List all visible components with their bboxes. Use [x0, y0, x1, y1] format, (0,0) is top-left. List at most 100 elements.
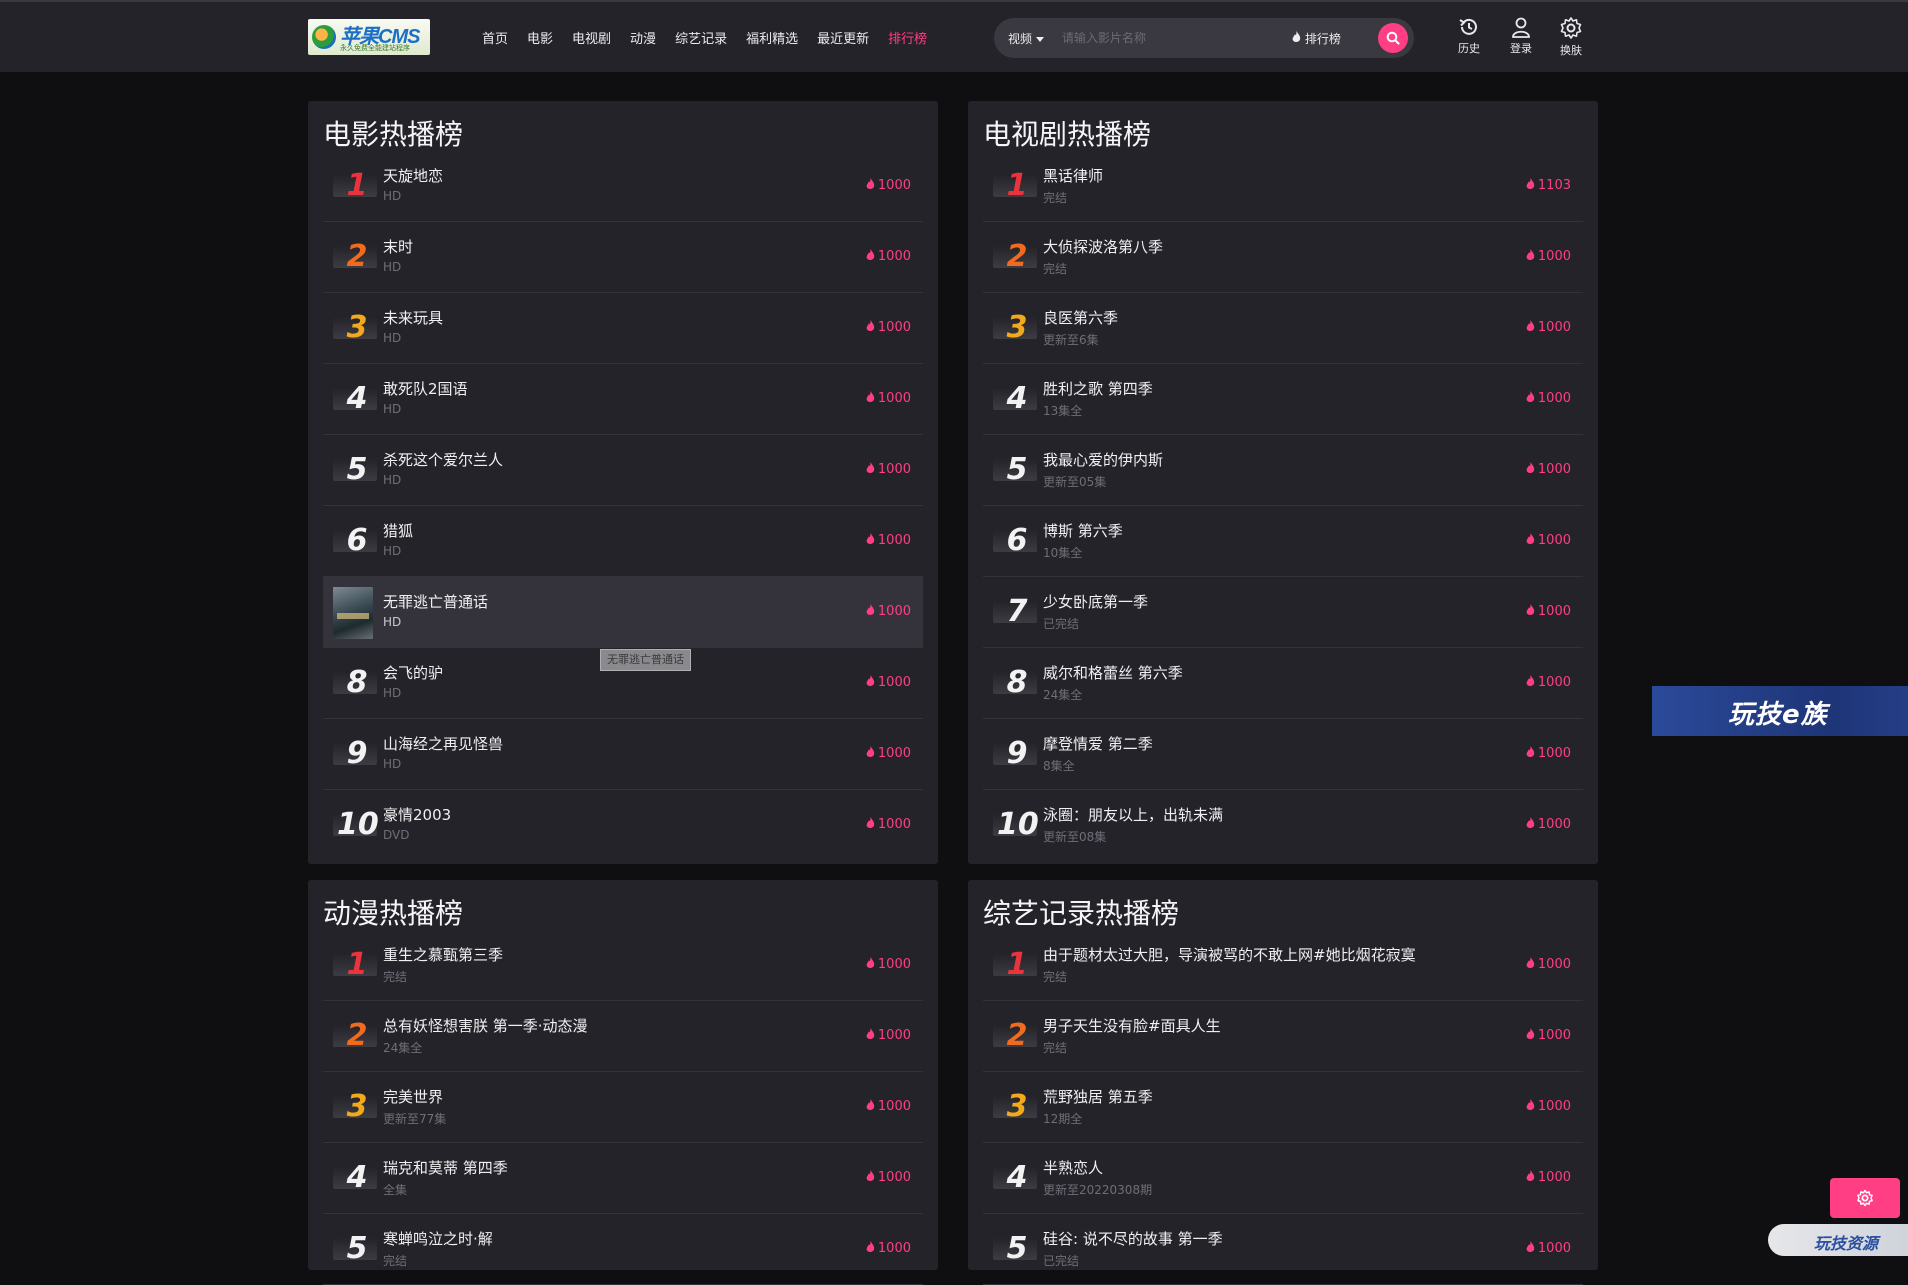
- nav-anime[interactable]: 动漫: [630, 28, 656, 47]
- item-title[interactable]: 寒蝉鸣泣之时·解: [383, 1228, 493, 1249]
- rank-number: 2: [1006, 1018, 1028, 1053]
- item-title[interactable]: 胜利之歌 第四季: [1043, 378, 1153, 399]
- heat-value: 1000: [877, 675, 911, 690]
- item-title[interactable]: 天旋地恋: [383, 165, 443, 186]
- item-title[interactable]: 山海经之再见怪兽: [383, 733, 503, 754]
- item-title[interactable]: 半熟恋人: [1043, 1157, 1103, 1178]
- ranking-item[interactable]: 10 泳圈：朋友以上，出轨未满 更新至08集 1000: [983, 790, 1583, 860]
- item-title[interactable]: 重生之慕甄第三季: [383, 944, 503, 965]
- item-title[interactable]: 无罪逃亡普通话: [383, 591, 488, 612]
- ranking-item[interactable]: 1 天旋地恋 HD 1000: [323, 151, 923, 222]
- item-status: 完结: [383, 970, 408, 984]
- item-title[interactable]: 摩登情爱 第二季: [1043, 733, 1153, 754]
- item-title[interactable]: 硅谷: 说不尽的故事 第一季: [1043, 1228, 1223, 1249]
- heat-value: 1000: [877, 957, 911, 972]
- item-title[interactable]: 威尔和格蕾丝 第六季: [1043, 662, 1183, 683]
- item-title[interactable]: 少女卧底第一季: [1043, 591, 1148, 612]
- item-title[interactable]: 荒野独居 第五季: [1043, 1086, 1153, 1107]
- search-scope-select[interactable]: 视频: [1008, 30, 1045, 47]
- item-title[interactable]: 良医第六季: [1043, 307, 1118, 328]
- ranking-item[interactable]: 5 我最心爱的伊内斯 更新至05集 1000: [983, 435, 1583, 506]
- heat-value: 1000: [1537, 957, 1571, 972]
- settings-float-button[interactable]: [1830, 1178, 1900, 1218]
- search-rank-link[interactable]: 排行榜: [1292, 30, 1341, 47]
- ranking-item[interactable]: 9 摩登情爱 第二季 8集全 1000: [983, 719, 1583, 790]
- item-title[interactable]: 会飞的驴: [383, 662, 443, 683]
- item-status: 24集全: [383, 1041, 423, 1055]
- item-title[interactable]: 未来玩具: [383, 307, 443, 328]
- ranking-item[interactable]: 1 黑话律师 完结 1103: [983, 151, 1583, 222]
- ranking-item[interactable]: 5 寒蝉鸣泣之时·解 完结 1000: [323, 1214, 923, 1285]
- ranking-item[interactable]: 4 半熟恋人 更新至20220308期 1000: [983, 1143, 1583, 1214]
- rank-number: 8: [346, 665, 368, 700]
- rank-number: 3: [1006, 310, 1028, 345]
- ranking-item[interactable]: 8 威尔和格蕾丝 第六季 24集全 1000: [983, 648, 1583, 719]
- ranking-item[interactable]: 5 硅谷: 说不尽的故事 第一季 已完结 1000: [983, 1214, 1583, 1285]
- flame-icon: [1526, 249, 1535, 261]
- item-title[interactable]: 猎狐: [383, 520, 413, 541]
- rank-number: 1: [346, 947, 368, 982]
- item-title[interactable]: 黑话律师: [1043, 165, 1103, 186]
- nav-movie[interactable]: 电影: [527, 28, 553, 47]
- site-logo[interactable]: 苹果CMS 永久免费全能建站程序: [308, 19, 430, 55]
- ranking-item[interactable]: 1 重生之慕甄第三季完结 1000: [323, 930, 923, 1001]
- heat-value: 1000: [1537, 746, 1571, 761]
- ranking-item[interactable]: 3 荒野独居 第五季 12期全 1000: [983, 1072, 1583, 1143]
- ranking-item[interactable]: 4 瑞克和莫蒂 第四季 全集 1000: [323, 1143, 923, 1214]
- heat-value: 1000: [877, 533, 911, 548]
- ranking-item[interactable]: 2 男子天生没有脸#面具人生 完结 1000: [983, 1001, 1583, 1072]
- heat-count: 1000: [866, 1028, 911, 1043]
- ranking-item[interactable]: 3 未来玩具 HD 1000: [323, 293, 923, 364]
- item-title[interactable]: 总有妖怪想害朕 第一季·动态漫: [383, 1015, 588, 1036]
- ranking-item[interactable]: 2 末时 HD 1000: [323, 222, 923, 293]
- item-status: 已完结: [1043, 617, 1080, 631]
- ranking-item[interactable]: 4 胜利之歌 第四季 13集全 1000: [983, 364, 1583, 435]
- flame-icon: [1526, 675, 1535, 687]
- item-title[interactable]: 瑞克和莫蒂 第四季: [383, 1157, 508, 1178]
- item-title[interactable]: 敢死队2国语: [383, 378, 468, 399]
- nav-welfare[interactable]: 福利精选: [746, 28, 798, 47]
- ranking-item[interactable]: 9 山海经之再见怪兽 HD 1000: [323, 719, 923, 790]
- caret-down-icon: [1036, 37, 1045, 42]
- login-button[interactable]: 登录: [1501, 16, 1541, 56]
- ranking-item[interactable]: 无罪逃亡普通话 HD 1000: [323, 577, 923, 648]
- floating-resource-link[interactable]: 玩技资源: [1768, 1224, 1908, 1256]
- item-title[interactable]: 由于题材太过大胆，导演被骂的不敢上网#她比烟花寂寞: [1043, 944, 1416, 965]
- item-title[interactable]: 杀死这个爱尔兰人: [383, 449, 503, 470]
- ranking-item[interactable]: 3 良医第六季 更新至6集 1000: [983, 293, 1583, 364]
- nav-home[interactable]: 首页: [482, 28, 508, 47]
- search-input[interactable]: [1060, 27, 1264, 49]
- item-title[interactable]: 豪情2003: [383, 804, 451, 825]
- floating-ad-banner[interactable]: 玩技e族: [1652, 686, 1908, 736]
- search-button[interactable]: [1378, 23, 1408, 53]
- ranking-item[interactable]: 5 杀死这个爱尔兰人 HD 1000: [323, 435, 923, 506]
- rank-number: 9: [1006, 736, 1028, 771]
- ranking-item[interactable]: 4 敢死队2国语 HD 1000: [323, 364, 923, 435]
- apple-logo-icon: [312, 25, 336, 49]
- history-button[interactable]: 历史: [1449, 16, 1489, 56]
- ranking-item[interactable]: 7 少女卧底第一季 已完结 1000: [983, 577, 1583, 648]
- ranking-item[interactable]: 10 豪情2003 DVD 1000: [323, 790, 923, 860]
- ranking-item[interactable]: 1 由于题材太过大胆，导演被骂的不敢上网#她比烟花寂寞 完结 1000: [983, 930, 1583, 1001]
- ranking-item[interactable]: 6 猎狐 HD 1000: [323, 506, 923, 577]
- item-title[interactable]: 完美世界: [383, 1086, 443, 1107]
- item-status: HD: [383, 473, 402, 487]
- nav-latest[interactable]: 最近更新: [817, 28, 869, 47]
- poster-thumbnail[interactable]: [333, 587, 373, 639]
- ranking-item[interactable]: 2 总有妖怪想害朕 第一季·动态漫 24集全 1000: [323, 1001, 923, 1072]
- item-title[interactable]: 大侦探波洛第八季: [1043, 236, 1163, 257]
- ranking-item[interactable]: 6 博斯 第六季 10集全 1000: [983, 506, 1583, 577]
- item-status: HD: [383, 402, 402, 416]
- skin-button[interactable]: 换肤: [1551, 16, 1591, 58]
- item-title[interactable]: 泳圈：朋友以上，出轨未满: [1043, 804, 1223, 825]
- ranking-item[interactable]: 2 大侦探波洛第八季 完结 1000: [983, 222, 1583, 293]
- item-title[interactable]: 末时: [383, 236, 413, 257]
- nav-variety[interactable]: 综艺记录: [675, 28, 727, 47]
- item-title[interactable]: 男子天生没有脸#面具人生: [1043, 1015, 1221, 1036]
- flame-icon: [1292, 31, 1301, 43]
- item-title[interactable]: 博斯 第六季: [1043, 520, 1123, 541]
- ranking-item[interactable]: 3 完美世界 更新至77集 1000: [323, 1072, 923, 1143]
- item-title[interactable]: 我最心爱的伊内斯: [1043, 449, 1163, 470]
- nav-ranking[interactable]: 排行榜: [888, 28, 927, 47]
- nav-tv[interactable]: 电视剧: [572, 28, 611, 47]
